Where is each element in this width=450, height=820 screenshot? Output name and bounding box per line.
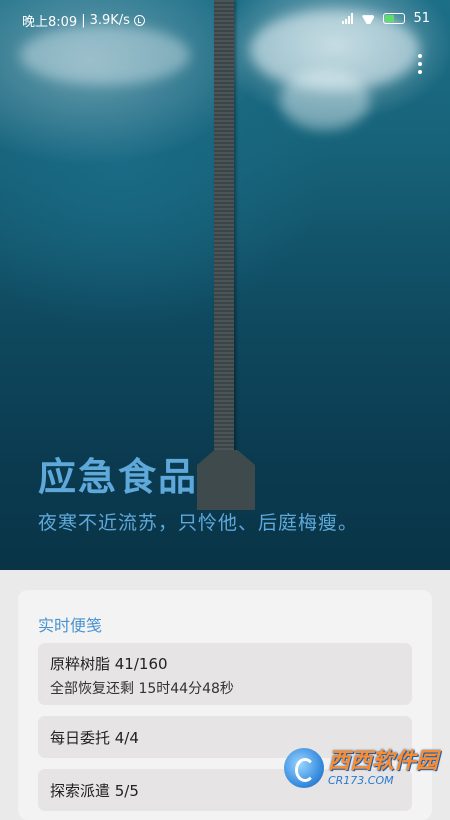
hero-title: 应急食品 <box>38 455 199 499</box>
pier-end-image <box>197 450 255 510</box>
status-time: 晚上8:09 <box>22 15 78 30</box>
watermark-title: 西西软件园 <box>327 748 438 774</box>
status-speed: 3.9K/s <box>89 13 130 28</box>
site-watermark: 西西软件园 CR173.COM <box>283 748 438 788</box>
daily-commission-label: 每日委托 4/4 <box>50 729 139 747</box>
hero-quote: 夜寒不近流苏，只怜他、后庭梅瘦。 <box>38 512 359 534</box>
battery-percent: 51 <box>413 11 430 26</box>
watermark-url: CR173.COM <box>327 773 394 787</box>
resin-label: 原粹树脂 41/160 <box>50 655 168 673</box>
resin-card[interactable]: 原粹树脂 41/160 全部恢复还剩 15时44分48秒 <box>38 643 412 705</box>
signal-icon <box>342 13 354 24</box>
wave-foam <box>280 70 370 130</box>
panel-title: 实时便笺 <box>38 616 103 635</box>
more-vert-icon[interactable] <box>418 54 422 74</box>
hero-banner: 晚上8:09 | 3.9K/s 51 应急食品 夜寒不近流苏，只怜他、后庭梅瘦。 <box>0 0 450 570</box>
status-divider: | <box>81 13 86 28</box>
clock-icon <box>133 15 145 26</box>
battery-icon <box>383 13 406 24</box>
watermark-logo-icon <box>283 748 324 788</box>
pier-image <box>214 0 234 455</box>
resin-recovery-label: 全部恢复还剩 15时44分48秒 <box>50 681 234 697</box>
wifi-icon <box>361 13 375 24</box>
battery-fill <box>385 15 395 22</box>
status-bar: 晚上8:09 | 3.9K/s 51 <box>0 0 450 36</box>
